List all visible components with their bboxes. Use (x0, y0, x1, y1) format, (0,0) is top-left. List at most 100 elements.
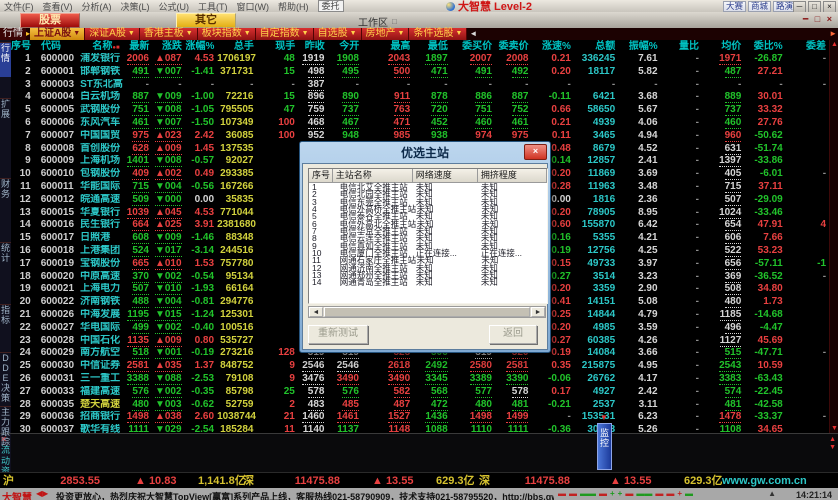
stock-button[interactable]: 股票 (20, 13, 80, 28)
column-header-委比%[interactable]: 委比% (744, 40, 785, 53)
column-header-振幅%[interactable]: 振幅% (618, 40, 660, 53)
website-link[interactable]: www.gw.com.cn (722, 474, 807, 488)
title-app-button[interactable]: 大赛 (722, 1, 746, 12)
sidebar-tab-行情[interactable]: 行情 (0, 42, 11, 77)
menu-item[interactable]: 窗口(W) (237, 0, 270, 13)
retest-button[interactable]: 重新测试 (308, 325, 368, 344)
column-header-涨速%[interactable]: 涨速% (532, 40, 574, 53)
hscroll-left-icon[interactable]: ◄ (309, 307, 323, 317)
market-tab-自定指数[interactable]: 自定指数 ▼ (255, 28, 314, 40)
workspace-label[interactable]: 工作区 □ (358, 14, 397, 29)
monitor-strip[interactable]: 监控 (597, 423, 612, 470)
menu-item[interactable]: 工具(T) (198, 0, 228, 13)
sidebar-tab-扩展[interactable]: 扩展 (0, 98, 11, 133)
sh-index-value: 2853.55 (60, 475, 100, 487)
table-row[interactable]: 2 600001 邯郸钢铁 491 ▼007 -1.41 371731 15 498 495 500… (11, 65, 829, 79)
monitor-collapse-icon[interactable]: ▼ (600, 413, 608, 422)
station-column-header-序号[interactable]: 序号 (309, 169, 333, 183)
sh-index-label[interactable]: 沪 (3, 474, 14, 488)
station-list-item[interactable]: 14 网通青岛全推主站 未知 未知 (309, 278, 547, 287)
station-list-hscrollbar[interactable]: ◄ ► (308, 306, 546, 318)
sidebar-tab-指标[interactable]: 指标 (0, 304, 11, 339)
column-header-总手[interactable]: 总手 (217, 40, 256, 53)
table-row[interactable]: 29 600036 招商银行 1498 ▲038 2.60 1038744 21 1460 146… (11, 411, 829, 424)
tab-scroll-right-icon[interactable]: ► (829, 29, 837, 38)
child-window-controls[interactable]: ━ □ × (803, 14, 834, 25)
title-app-button[interactable]: 商城 (747, 1, 771, 12)
signal-bar: ▬ (569, 489, 577, 498)
menu-item[interactable]: 决策(L) (121, 0, 150, 13)
table-row[interactable]: 25 600030 中信证券 2581 ▲035 1.37 848752 9 2546 2546 2… (11, 360, 829, 373)
table-row[interactable]: 27 600033 福建高速 576 ▼002 -0.35 85798 25 578 576 582… (11, 385, 829, 399)
menu-item[interactable]: 公式(U) (159, 0, 190, 13)
ticker-arrows-icon[interactable]: ◀▶ (36, 489, 48, 498)
table-scrollbar[interactable]: ▲ ▼ (829, 40, 838, 433)
column-header-均价[interactable]: 均价 (702, 40, 744, 53)
station-column-header-主站名称[interactable]: 主站名称 (332, 169, 413, 183)
back-button[interactable]: 返回 (489, 325, 537, 344)
column-header-label: 序号 (11, 41, 31, 52)
table-row[interactable]: 3 600003 ST东北高 - - - - -387- - - - - - - - - - - - (11, 78, 829, 92)
column-header-总额[interactable]: 总额 (574, 40, 618, 53)
market-tab-label: 条件选股 (413, 28, 454, 39)
column-header-序号[interactable]: 序号 (11, 40, 37, 53)
sz2-index-label[interactable]: 深 (479, 474, 490, 488)
column-header-涨幅%[interactable]: 涨幅% (185, 40, 218, 53)
table-row[interactable]: 4 600004 白云机场 887 ▼009 -1.00 72216 15 896 890 911 8… (11, 91, 829, 104)
table-row[interactable]: 1 600000 浦发银行 2006 ▲087 4.53 1706197 48 1919 1908… (11, 53, 829, 66)
menu-bar-items: 文件(F) 查看(V) 分析(A) 决策(L) 公式(U) 工具(T) 窗口(W) 帮助(H)… (4, 0, 344, 12)
column-header-最低[interactable]: 最低 (413, 40, 450, 53)
menu-item-trade[interactable]: 委托 (317, 0, 344, 12)
menu-item[interactable]: 帮助(H) (278, 0, 309, 13)
column-header-昨收[interactable]: 昨收 (298, 40, 328, 53)
table-row[interactable]: 6 600006 东风汽车 461 ▼007 -1.50 107349 100 468 467 47… (11, 116, 829, 130)
column-header-最高[interactable]: 最高 (362, 40, 413, 53)
sidebar-tab-主力跟踪[interactable]: 主力跟踪 (0, 406, 11, 471)
column-header-今开[interactable]: 今开 (328, 40, 362, 53)
scroll-up-icon[interactable]: ▲ (830, 41, 838, 48)
table-row[interactable]: 5 600005 武钢股份 751 ▼008 -1.05 795505 47 759 737 763… (11, 104, 829, 117)
column-header-名称[interactable]: 名称●■ (78, 40, 124, 53)
menu-item[interactable]: 查看(V) (43, 0, 73, 13)
column-header-现手[interactable]: 现手 (257, 40, 298, 53)
sidebar-tab-统计[interactable]: 统计 (0, 242, 11, 277)
table-row[interactable]: 30 600037 歌华有线 1111 ▼029 -2.54 185284 11 1140 113… (11, 424, 829, 433)
hscroll-right-icon[interactable]: ► (531, 307, 545, 317)
ticker-brand: 大智慧 (2, 493, 32, 500)
table-row[interactable]: 28 600035 楚天高速 480 ▼003 -0.62 52759 2 483 485 487 4… (11, 398, 829, 412)
tab-scroll-left-icon[interactable]: ◄ (467, 28, 479, 40)
sh-index-change: ▲ 10.83 (135, 475, 177, 487)
market-tab-房地产[interactable]: 房地产 ▼ (361, 28, 410, 40)
scroll-down-icon[interactable]: ▼ (830, 425, 838, 432)
sz2-index-change: ▲ 13.55 (610, 475, 652, 487)
column-header-涨跌[interactable]: 涨跌 (152, 40, 185, 53)
column-header-委卖价[interactable]: 委卖价 (495, 40, 531, 53)
market-tab-板块指数[interactable]: 板块指数 ▼ (197, 28, 256, 40)
station-column-header-拥挤程度[interactable]: 拥挤程度 (477, 169, 547, 183)
market-tab-label: 自定指数 (259, 28, 300, 39)
column-header-量比[interactable]: 量比 (661, 40, 702, 53)
menu-item[interactable]: 文件(F) (4, 0, 34, 13)
market-tab-深证A股[interactable]: 深证A股 ▼ (85, 28, 140, 40)
panel-scroll-arrows[interactable]: ▲ ▼ (829, 436, 836, 452)
sidebar-tab-财务[interactable]: 财务 (0, 178, 11, 213)
column-header-委买价[interactable]: 委买价 (451, 40, 495, 53)
column-header-label: 最高 (390, 41, 411, 52)
sidebar-tab-DDE决策[interactable]: DDE决策 (0, 352, 11, 405)
market-tab-上证A股[interactable]: 上证A股 ▼ (30, 28, 86, 40)
column-header-最新[interactable]: 最新 (125, 40, 153, 53)
table-row[interactable]: 26 600031 三一重工 3388 ▼088 -2.53 79108 9 3476 3490 3… (11, 372, 829, 386)
column-header-代码[interactable]: 代码 (37, 40, 78, 53)
market-tab-条件选股[interactable]: 条件选股 ▼ (409, 28, 468, 40)
dialog-close-button[interactable]: × (524, 144, 547, 160)
column-header-label: 涨跌 (161, 41, 182, 52)
other-button[interactable]: 其它 (176, 13, 236, 28)
market-tab-自选股[interactable]: 自选股 ▼ (313, 28, 362, 40)
column-header-委差[interactable]: 委差 (786, 40, 829, 53)
sz-index-label[interactable]: 深 (243, 474, 254, 488)
menu-item[interactable]: 分析(A) (82, 0, 112, 13)
hscroll-thumb[interactable] (324, 307, 530, 317)
signal-bar: ▬ (655, 489, 664, 498)
station-column-header-网络速度[interactable]: 网络速度 (412, 169, 478, 183)
market-tab-香港主板[interactable]: 香港主板 ▼ (139, 28, 198, 40)
